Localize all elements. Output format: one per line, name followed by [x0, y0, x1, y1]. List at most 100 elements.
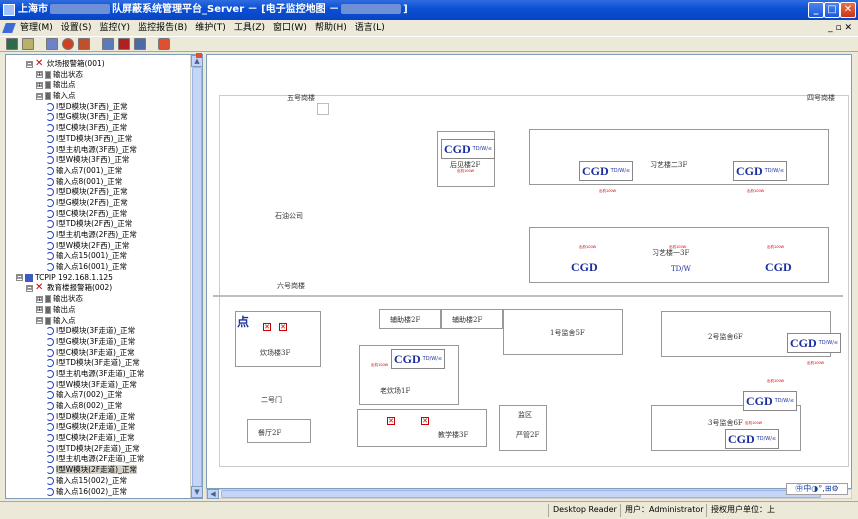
- gate-2: 二号门: [261, 396, 282, 404]
- cgd-device[interactable]: CGD TD/W/≤: [391, 349, 446, 369]
- cgd-device[interactable]: CGD TD/W/≤: [725, 429, 780, 449]
- cgd-device[interactable]: CGD TD/W/≤: [441, 139, 496, 159]
- tree-node[interactable]: ⊟ 输入点: [6, 316, 192, 327]
- tree-node[interactable]: I型G模块(2F走道)_正常: [6, 422, 192, 433]
- expander-icon[interactable]: ⊞: [36, 295, 43, 303]
- menu-manage[interactable]: 管理(M): [16, 21, 57, 35]
- pt-icon: [46, 402, 54, 410]
- connect-icon[interactable]: [6, 38, 18, 50]
- tree-node[interactable]: I型C模块(2F走道)_正常: [6, 433, 192, 444]
- tree-node[interactable]: ⊞ 输出点: [6, 305, 192, 316]
- xml-icon[interactable]: [118, 38, 130, 50]
- tree-node[interactable]: I型W模块(2F走道)_正常: [6, 465, 192, 476]
- cgd-device[interactable]: CGD: [763, 257, 794, 277]
- tree-node[interactable]: 输入点16(001)_正常: [6, 262, 192, 273]
- tree-node[interactable]: I型D模块(2F走道)_正常: [6, 412, 192, 423]
- tree-node[interactable]: I型W模块(3F西)_正常: [6, 155, 192, 166]
- menu-language[interactable]: 语言(L): [351, 21, 389, 35]
- expander-icon[interactable]: ⊟: [36, 317, 43, 324]
- expander-icon[interactable]: ⊟: [36, 92, 43, 100]
- expander-icon[interactable]: ⊞: [36, 81, 43, 89]
- tree-node[interactable]: ⊞ 输出状态: [6, 294, 192, 305]
- tree-node[interactable]: ⊟ 输入点: [6, 91, 192, 102]
- menu-monitor-report[interactable]: 监控报告(B): [134, 21, 191, 35]
- ime-indicator[interactable]: ㊥中◑°,⊞⚙: [786, 483, 848, 495]
- tree-node[interactable]: I型C模块(2F西)_正常: [6, 209, 192, 220]
- tree-node[interactable]: 输入点7(002)_正常: [6, 390, 192, 401]
- tree-node[interactable]: 输入点15(002)_正常: [6, 476, 192, 487]
- tree-node[interactable]: I型G模块(3F走道)_正常: [6, 337, 192, 348]
- tree-node[interactable]: 输入点16(002)_正常: [6, 487, 192, 498]
- tree-node[interactable]: I型G模块(3F西)_正常: [6, 112, 192, 123]
- tree-node[interactable]: I型TD模块(3F西)_正常: [6, 134, 192, 145]
- users-icon[interactable]: [78, 38, 90, 50]
- tree-node[interactable]: I型W模块(2F西)_正常: [6, 241, 192, 252]
- pt-icon: [46, 156, 54, 165]
- tree-node[interactable]: 输入点8(001)_正常: [6, 177, 192, 188]
- cgd-device[interactable]: CGD TD/W/≤: [579, 161, 634, 181]
- tree-node[interactable]: I型TD模块(3F走道)_正常: [6, 358, 192, 369]
- tree-node[interactable]: ⊟ TCPIP 192.168.1.125: [6, 273, 192, 284]
- tree-node[interactable]: ⊞ 输出点: [6, 80, 192, 91]
- tree-vertical-scrollbar[interactable]: ▲ ▼: [190, 55, 202, 498]
- alarm-icon[interactable]: [62, 38, 74, 50]
- point-marker[interactable]: 点: [237, 313, 249, 330]
- tree-node[interactable]: I型TD模块(2F西)_正常: [6, 219, 192, 230]
- tree-node[interactable]: 输入点7(001)_正常: [6, 166, 192, 177]
- grid-icon[interactable]: [46, 38, 58, 50]
- tree-node[interactable]: I型W模块(3F走道)_正常: [6, 380, 192, 391]
- tree-node[interactable]: I型D模块(3F走道)_正常: [6, 326, 192, 337]
- expander-icon[interactable]: ⊟: [16, 274, 23, 282]
- monitor-icon[interactable]: [134, 38, 146, 50]
- tree-node[interactable]: I型D模块(3F西)_正常: [6, 102, 192, 113]
- tree-node[interactable]: I型主机电源(2F走道)_正常: [6, 454, 192, 465]
- device-icon[interactable]: [22, 38, 34, 50]
- chart-icon[interactable]: [102, 38, 114, 50]
- cgd-device[interactable]: CGD: [569, 257, 600, 277]
- tree-node[interactable]: I型C模块(3F走道)_正常: [6, 348, 192, 359]
- expander-icon[interactable]: ⊞: [36, 71, 43, 79]
- tree-node[interactable]: ⊟ ✕ 炊场报警箱(001): [6, 59, 192, 70]
- menu-tools[interactable]: 工具(Z): [230, 21, 269, 35]
- expander-icon[interactable]: ⊞: [36, 306, 43, 314]
- alarm-marker[interactable]: ✕: [279, 323, 287, 331]
- tree-node[interactable]: ⊟ ✕ 教育楼报警箱(002): [6, 283, 192, 294]
- tree-node-label: 输入点15(002)_正常: [56, 475, 127, 485]
- menu-window[interactable]: 窗口(W): [269, 21, 311, 35]
- menu-maintain[interactable]: 维护(T): [191, 21, 230, 35]
- scroll-left-button[interactable]: ◀: [207, 489, 219, 499]
- cgd-device[interactable]: CGD TD/W/≤: [743, 391, 798, 411]
- cgd-device[interactable]: CGD TD/W/≤: [733, 161, 788, 181]
- expander-icon[interactable]: ⊟: [26, 284, 33, 292]
- tree-node[interactable]: 输入点8(002)_正常: [6, 401, 192, 412]
- mdi-controls[interactable]: _ ▫ ✕: [828, 23, 852, 33]
- cgd-device[interactable]: CGD TD/W/≤: [787, 333, 842, 353]
- alarm-marker[interactable]: ✕: [421, 417, 429, 425]
- menu-monitor[interactable]: 监控(Y): [96, 21, 135, 35]
- status-app: Desktop Reader: [548, 504, 621, 517]
- alarm-marker[interactable]: ✕: [387, 417, 395, 425]
- scroll-down-button[interactable]: ▼: [191, 486, 202, 498]
- tree-scroll-thumb[interactable]: [192, 67, 202, 487]
- exit-icon[interactable]: [158, 38, 170, 50]
- panel-close-icon[interactable]: [196, 53, 202, 58]
- tree-node[interactable]: I型主机电源(2F西)_正常: [6, 230, 192, 241]
- tree-node[interactable]: I型主机电源(3F西)_正常: [6, 145, 192, 156]
- map-horizontal-scrollbar[interactable]: ◀: [206, 489, 852, 499]
- tree-node[interactable]: I型D模块(2F西)_正常: [6, 187, 192, 198]
- tree-node[interactable]: I型G模块(2F西)_正常: [6, 198, 192, 209]
- expander-icon[interactable]: ⊟: [26, 60, 33, 68]
- tree-node[interactable]: I型TD模块(2F走道)_正常: [6, 444, 192, 455]
- menu-settings[interactable]: 设置(S): [57, 21, 96, 35]
- tree-node[interactable]: I型主机电源(3F走道)_正常: [6, 369, 192, 380]
- menu-help[interactable]: 帮助(H): [311, 21, 351, 35]
- close-button[interactable]: ✕: [840, 2, 856, 18]
- alarm-marker[interactable]: ✕: [263, 323, 271, 331]
- tree-node[interactable]: 输入点15(001)_正常: [6, 251, 192, 262]
- pt-icon: [46, 348, 54, 357]
- tree-node[interactable]: ⊞ 输出状态: [6, 70, 192, 81]
- maximize-button[interactable]: □: [824, 2, 840, 18]
- tree-node[interactable]: I型C模块(3F西)_正常: [6, 123, 192, 134]
- minimize-button[interactable]: _: [808, 2, 824, 18]
- map-scroll-thumb[interactable]: [221, 490, 821, 498]
